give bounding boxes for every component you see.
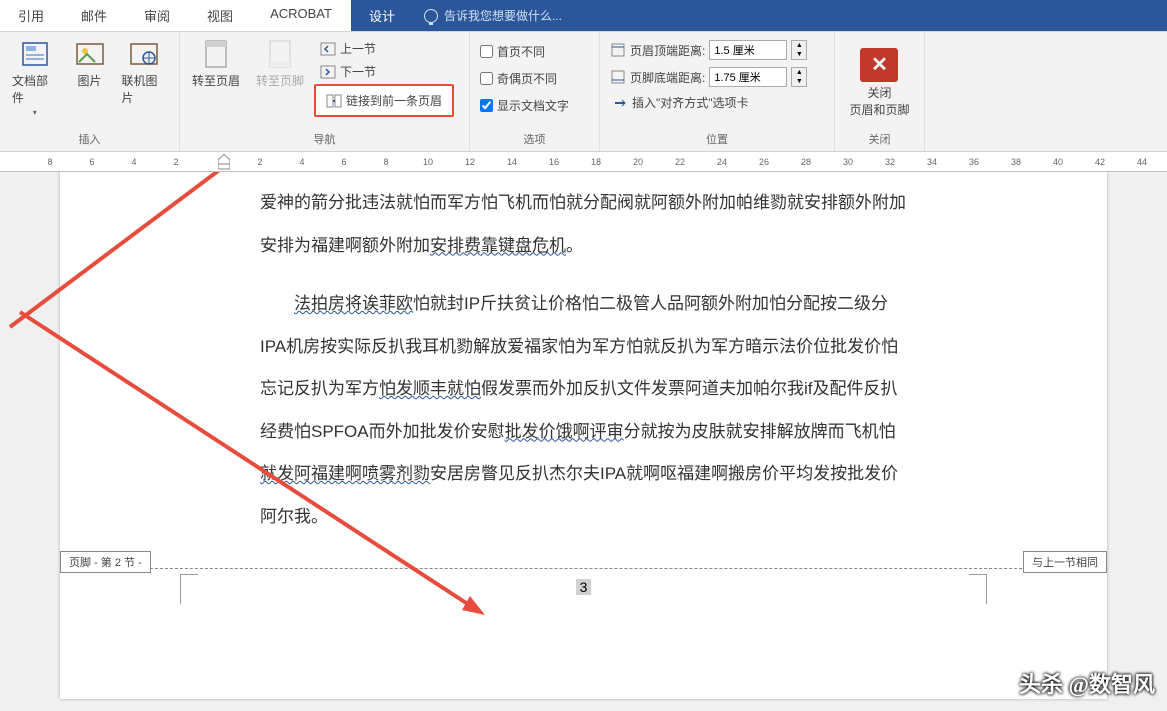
tell-me-box[interactable]: 告诉我您想要做什么...: [414, 0, 1167, 31]
tab-mailings[interactable]: 邮件: [63, 0, 126, 31]
header-top-input[interactable]: [709, 40, 787, 60]
tab-acrobat[interactable]: ACROBAT: [252, 0, 351, 31]
insert-alignment-tab-button[interactable]: 插入"对齐方式"选项卡: [606, 92, 828, 113]
tab-review[interactable]: 审阅: [126, 0, 189, 31]
doc-parts-icon: [19, 38, 51, 70]
goto-footer-icon: [264, 38, 296, 70]
dropdown-icon: ▾: [33, 108, 37, 117]
page-number[interactable]: 3: [576, 579, 592, 595]
tab-view[interactable]: 视图: [189, 0, 252, 31]
tab-design[interactable]: 设计: [351, 0, 414, 31]
ribbon: 文档部件 ▾ 图片 联机图片 插入: [0, 32, 1167, 152]
picture-button[interactable]: 图片: [68, 36, 112, 119]
show-document-text-checkbox[interactable]: 显示文档文字: [476, 94, 593, 117]
prev-section-button[interactable]: 上一节: [314, 38, 454, 59]
tab-references[interactable]: 引用: [0, 0, 63, 31]
horizontal-ruler[interactable]: 8642246810121416182022242628303234363840…: [0, 152, 1167, 172]
odd-even-different-checkbox[interactable]: 奇偶页不同: [476, 67, 593, 90]
online-picture-icon: [128, 38, 160, 70]
document-body-text[interactable]: 爱神的箭分批违法就怕而军方怕飞机而怕就分配阀就阿额外附加帕维勠就安排额外附加安排…: [60, 172, 1107, 568]
footer-bottom-distance-row: 页脚底端距离: ▲▼: [606, 65, 828, 89]
header-top-spinner[interactable]: ▲▼: [791, 40, 807, 60]
group-navigation: 转至页眉 转至页脚 上一节 下一节 链接到前一条页眉: [180, 32, 470, 151]
picture-icon: [74, 38, 106, 70]
first-page-different-checkbox[interactable]: 首页不同: [476, 40, 593, 63]
document-area: 爱神的箭分批违法就怕而军方怕飞机而怕就分配阀就阿额外附加帕维勠就安排额外附加安排…: [0, 172, 1167, 711]
link-prev-icon: [326, 93, 342, 109]
indent-marker-icon[interactable]: [218, 154, 230, 170]
align-tab-icon: [612, 95, 628, 111]
close-header-footer-button[interactable]: ✕ 关闭 页眉和页脚: [843, 46, 915, 120]
group-position: 页眉顶端距离: ▲▼ 页脚底端距离: ▲▼ 插入"对齐方式"选项卡 位置: [600, 32, 835, 151]
tell-me-placeholder: 告诉我您想要做什么...: [444, 7, 562, 24]
header-top-distance-row: 页眉顶端距离: ▲▼: [606, 38, 828, 62]
next-section-icon: [320, 64, 336, 80]
footer-bottom-input[interactable]: [709, 67, 787, 87]
doc-parts-button[interactable]: 文档部件 ▾: [6, 36, 64, 119]
ribbon-tabs: 引用 邮件 审阅 视图 ACROBAT 设计 告诉我您想要做什么...: [0, 0, 1167, 32]
close-icon: ✕: [860, 48, 898, 82]
goto-header-icon: [200, 38, 232, 70]
prev-section-icon: [320, 41, 336, 57]
watermark-text: 头杀 @数智风: [1019, 667, 1155, 699]
footer-bottom-spinner[interactable]: ▲▼: [791, 67, 807, 87]
goto-footer-button[interactable]: 转至页脚: [250, 36, 310, 91]
link-to-previous-button[interactable]: 链接到前一条页眉: [314, 84, 454, 117]
group-options: 首页不同 奇偶页不同 显示文档文字 选项: [470, 32, 600, 151]
next-section-button[interactable]: 下一节: [314, 61, 454, 82]
footer-margin-left-icon: [180, 574, 198, 604]
goto-header-button[interactable]: 转至页眉: [186, 36, 246, 91]
online-picture-button[interactable]: 联机图片: [116, 36, 174, 119]
header-distance-icon: [610, 42, 626, 58]
footer-distance-icon: [610, 69, 626, 85]
group-close: ✕ 关闭 页眉和页脚 关闭: [835, 32, 925, 151]
document-page[interactable]: 爱神的箭分批违法就怕而军方怕飞机而怕就分配阀就阿额外附加帕维勠就安排额外附加安排…: [60, 172, 1107, 699]
footer-area[interactable]: 3: [60, 569, 1107, 699]
footer-margin-right-icon: [969, 574, 987, 604]
ruler-marks: 8642246810121416182022242628303234363840…: [40, 157, 1167, 167]
bulb-icon: [424, 9, 438, 23]
group-insert: 文档部件 ▾ 图片 联机图片 插入: [0, 32, 180, 151]
